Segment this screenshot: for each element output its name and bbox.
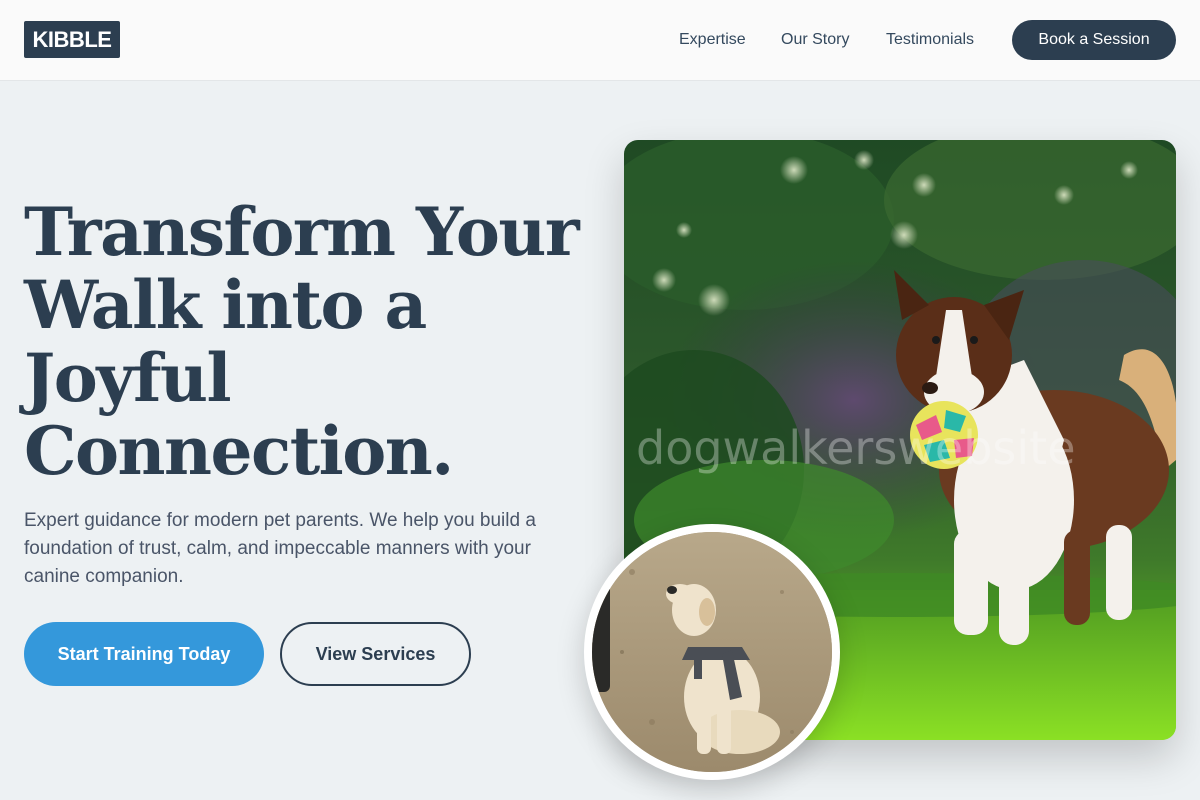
view-services-button[interactable]: View Services: [280, 622, 471, 686]
nav-link-testimonials[interactable]: Testimonials: [886, 30, 974, 50]
labrador-illustration: [592, 532, 832, 772]
kibble-logo[interactable]: KIBBLE: [24, 21, 120, 58]
start-training-button[interactable]: Start Training Today: [24, 622, 264, 686]
headline-line-1: Transform Your: [24, 193, 580, 271]
hero-description: Expert guidance for modern pet parents. …: [24, 510, 536, 587]
book-session-button[interactable]: Book a Session: [1012, 20, 1176, 60]
nav-link-expertise[interactable]: Expertise: [679, 30, 746, 50]
labrador-in-harness-photo: [584, 524, 840, 780]
headline-line-2: Walk into a: [24, 266, 427, 344]
nav-link-our-story[interactable]: Our Story: [781, 30, 849, 50]
hero-headline: Transform Your Walk into a Joyful Connec…: [24, 196, 584, 488]
headline-line-3: Joyful: [24, 339, 232, 417]
watermark-text: dogwalkerswebsite: [636, 422, 1076, 474]
headline-line-4: Connection.: [24, 412, 454, 490]
site-header: KIBBLE Expertise Our Story Testimonials …: [0, 0, 1200, 81]
